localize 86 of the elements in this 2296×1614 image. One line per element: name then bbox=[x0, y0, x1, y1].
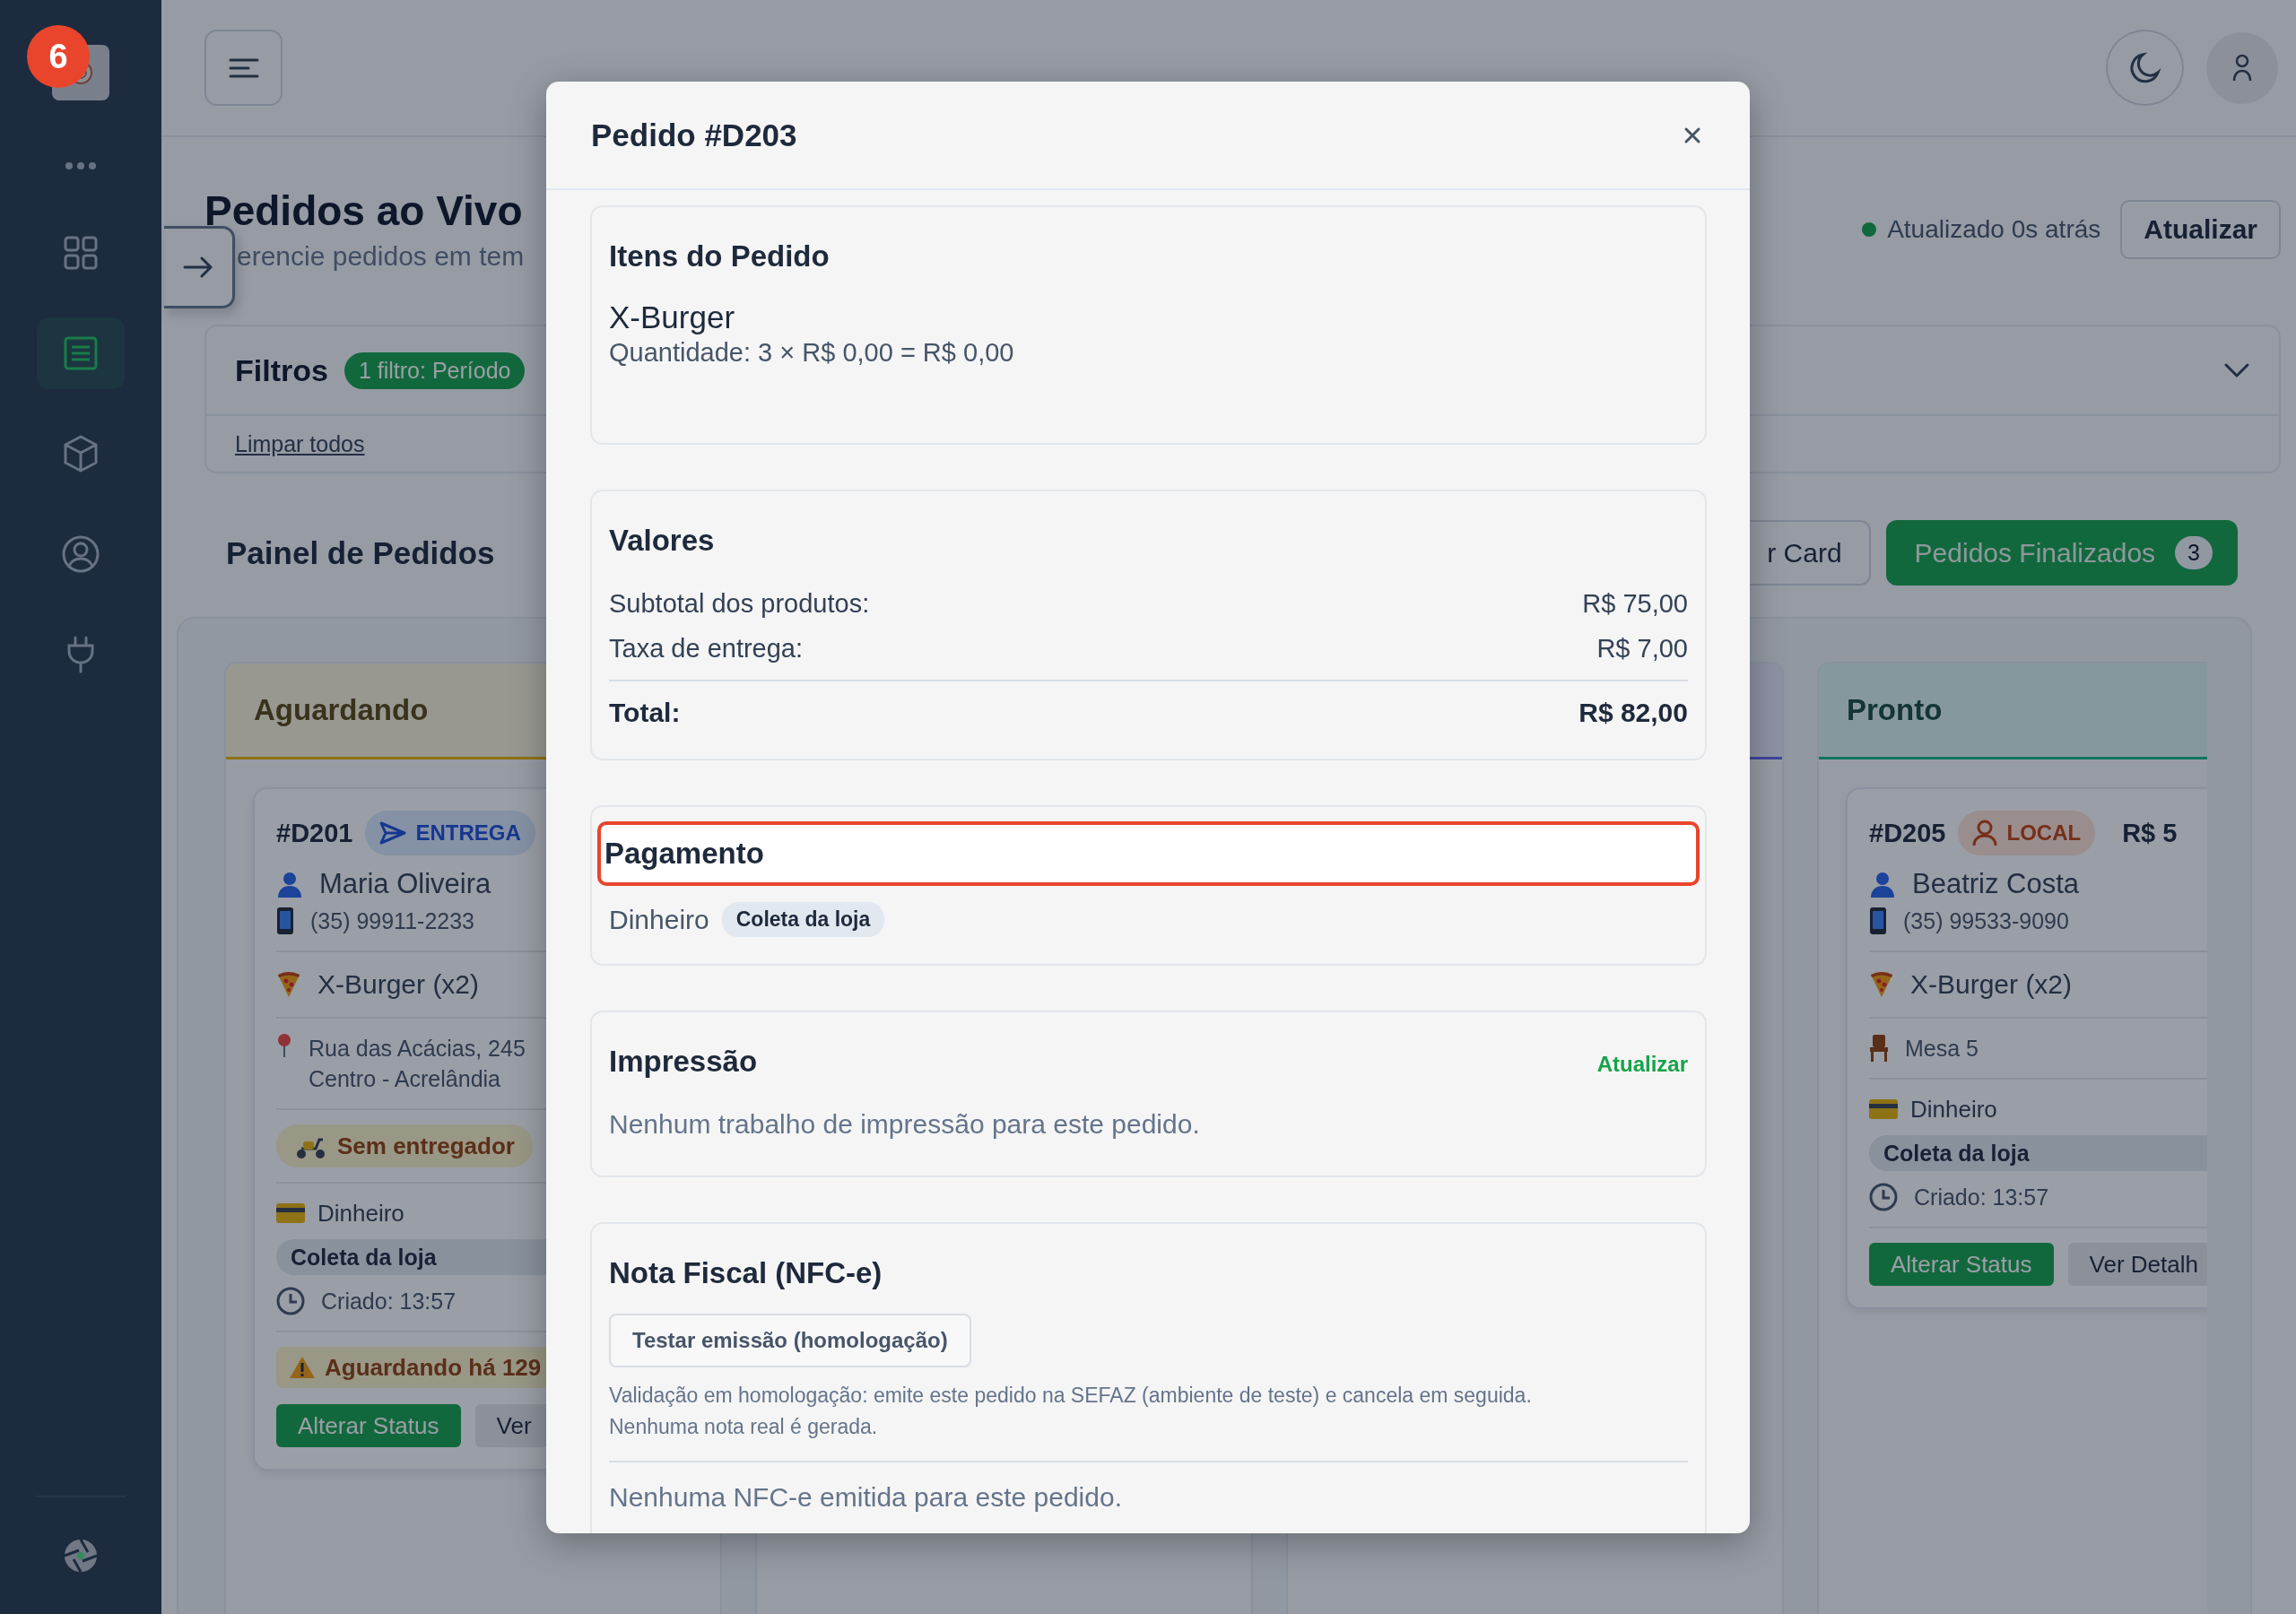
send-icon bbox=[379, 821, 407, 845]
order-price: R$ 5 bbox=[2122, 818, 2178, 848]
customer-name: Beatriz Costa bbox=[1912, 867, 2080, 901]
phone-number: (35) 99911-2233 bbox=[310, 907, 474, 935]
finished-orders-button[interactable]: Pedidos Finalizados 3 bbox=[1885, 520, 2238, 586]
pizza-slice-icon bbox=[276, 971, 301, 998]
order-item: X-Burger (x2) bbox=[317, 968, 480, 1001]
phone-icon bbox=[1869, 907, 1887, 934]
total-label: Subtotal dos produtos: bbox=[609, 588, 870, 620]
warning-icon bbox=[289, 1356, 316, 1379]
order-type-badge: ENTREGA bbox=[365, 811, 535, 855]
table-label: Mesa 5 bbox=[1905, 1035, 1979, 1063]
total-value: R$ 82,00 bbox=[1578, 697, 1688, 729]
pickup-tag: Coleta da loja bbox=[721, 902, 885, 937]
moon-icon bbox=[2127, 50, 2162, 85]
customer-name: Maria Oliveira bbox=[319, 867, 491, 901]
total-value: R$ 75,00 bbox=[1582, 588, 1688, 620]
credit-card-icon bbox=[1869, 1099, 1898, 1119]
credit-card-icon bbox=[276, 1203, 305, 1223]
status-dot bbox=[1862, 222, 1877, 237]
order-number: #D205 bbox=[1869, 818, 1946, 848]
menu-icon bbox=[228, 56, 259, 79]
pin-icon bbox=[276, 1033, 292, 1058]
count-badge: 3 bbox=[2175, 536, 2213, 569]
created-time: Criado: 13:57 bbox=[1914, 1184, 2049, 1211]
change-status-button[interactable]: Alterar Status bbox=[276, 1404, 461, 1447]
refresh-button[interactable]: Atualizar bbox=[2120, 200, 2281, 259]
empty-message: Nenhum trabalho de impressão para este pedido. bbox=[609, 1109, 1201, 1140]
section-title: Pagamento bbox=[597, 821, 1700, 886]
help-text: Nenhuma nota real é gerada. bbox=[609, 1414, 879, 1440]
clock-icon bbox=[1869, 1183, 1898, 1211]
grid-icon bbox=[63, 235, 99, 271]
courier-status-badge: Sem entregador bbox=[276, 1124, 533, 1167]
expand-button[interactable] bbox=[164, 226, 235, 308]
user-circle-icon bbox=[62, 535, 100, 573]
page-title: Pedidos ao Vivo bbox=[204, 187, 524, 236]
more-icon bbox=[65, 161, 97, 170]
person-icon bbox=[1972, 820, 1998, 846]
payment-method: Dinheiro bbox=[317, 1199, 404, 1228]
pizza-slice-icon bbox=[1869, 971, 1894, 998]
order-item: X-Burger (x2) bbox=[1910, 968, 2073, 1001]
user-icon bbox=[2232, 53, 2252, 82]
order-type-badge: LOCAL bbox=[1958, 811, 2096, 855]
clock-icon bbox=[276, 1287, 305, 1315]
item-name: X-Burger bbox=[609, 299, 736, 336]
menu-button[interactable] bbox=[204, 30, 283, 106]
section-title: Itens do Pedido bbox=[609, 239, 831, 273]
total-label: Total: bbox=[609, 697, 681, 729]
update-status: Atualizado 0s atrás bbox=[1887, 215, 2101, 244]
chevron-icon[interactable] bbox=[2223, 362, 2250, 378]
refresh-link[interactable]: Atualizar bbox=[1596, 1052, 1688, 1077]
clear-filters-link[interactable]: Limpar todos bbox=[235, 430, 365, 457]
address-line: Rua das Acácias, 245 bbox=[309, 1035, 526, 1063]
cube-icon bbox=[63, 435, 99, 473]
created-time: Criado: 13:57 bbox=[321, 1288, 457, 1315]
details-button[interactable]: Ver Detalh bbox=[2067, 1243, 2207, 1286]
filter-count-badge: 1 filtro: Período bbox=[344, 351, 526, 389]
column-title: Pronto bbox=[1847, 693, 1943, 727]
test-emission-button[interactable]: Testar emissão (homologação) bbox=[609, 1314, 971, 1367]
change-status-button[interactable]: Alterar Status bbox=[1869, 1243, 2054, 1286]
board-title: Painel de Pedidos bbox=[226, 534, 495, 571]
pickup-tag: Coleta da loja bbox=[1869, 1135, 2207, 1171]
address-line: Centro - Acrelândia bbox=[309, 1065, 501, 1093]
payment-method: Dinheiro bbox=[1910, 1095, 1997, 1124]
total-label: Taxa de entrega: bbox=[609, 633, 804, 664]
filters-title: Filtros bbox=[235, 352, 328, 388]
empty-message: Nenhuma NFC-e emitida para este pedido. bbox=[609, 1482, 1123, 1513]
phone-number: (35) 99533-9090 bbox=[1903, 907, 2069, 935]
plug-icon bbox=[65, 636, 96, 673]
arrow-right-icon bbox=[183, 256, 213, 278]
section-title: Impressão bbox=[609, 1045, 758, 1079]
list-icon bbox=[64, 336, 98, 370]
close-icon bbox=[1683, 126, 1701, 144]
column-title: Aguardando bbox=[254, 693, 429, 727]
order-number: #D201 bbox=[276, 818, 353, 848]
aperture-icon bbox=[63, 1538, 99, 1574]
item-detail: Quantidade: 3 × R$ 0,00 = R$ 0,00 bbox=[609, 338, 1015, 368]
payment-method: Dinheiro bbox=[609, 904, 709, 935]
person-icon bbox=[276, 871, 303, 898]
phone-icon bbox=[276, 907, 294, 934]
page-subtitle: erencie pedidos em tem bbox=[237, 241, 525, 272]
section-title: Valores bbox=[609, 524, 716, 558]
total-value: R$ 7,00 bbox=[1596, 633, 1688, 664]
chair-icon bbox=[1869, 1035, 1889, 1062]
modal-title: Pedido #D203 bbox=[591, 117, 797, 153]
person-icon bbox=[1869, 871, 1896, 898]
